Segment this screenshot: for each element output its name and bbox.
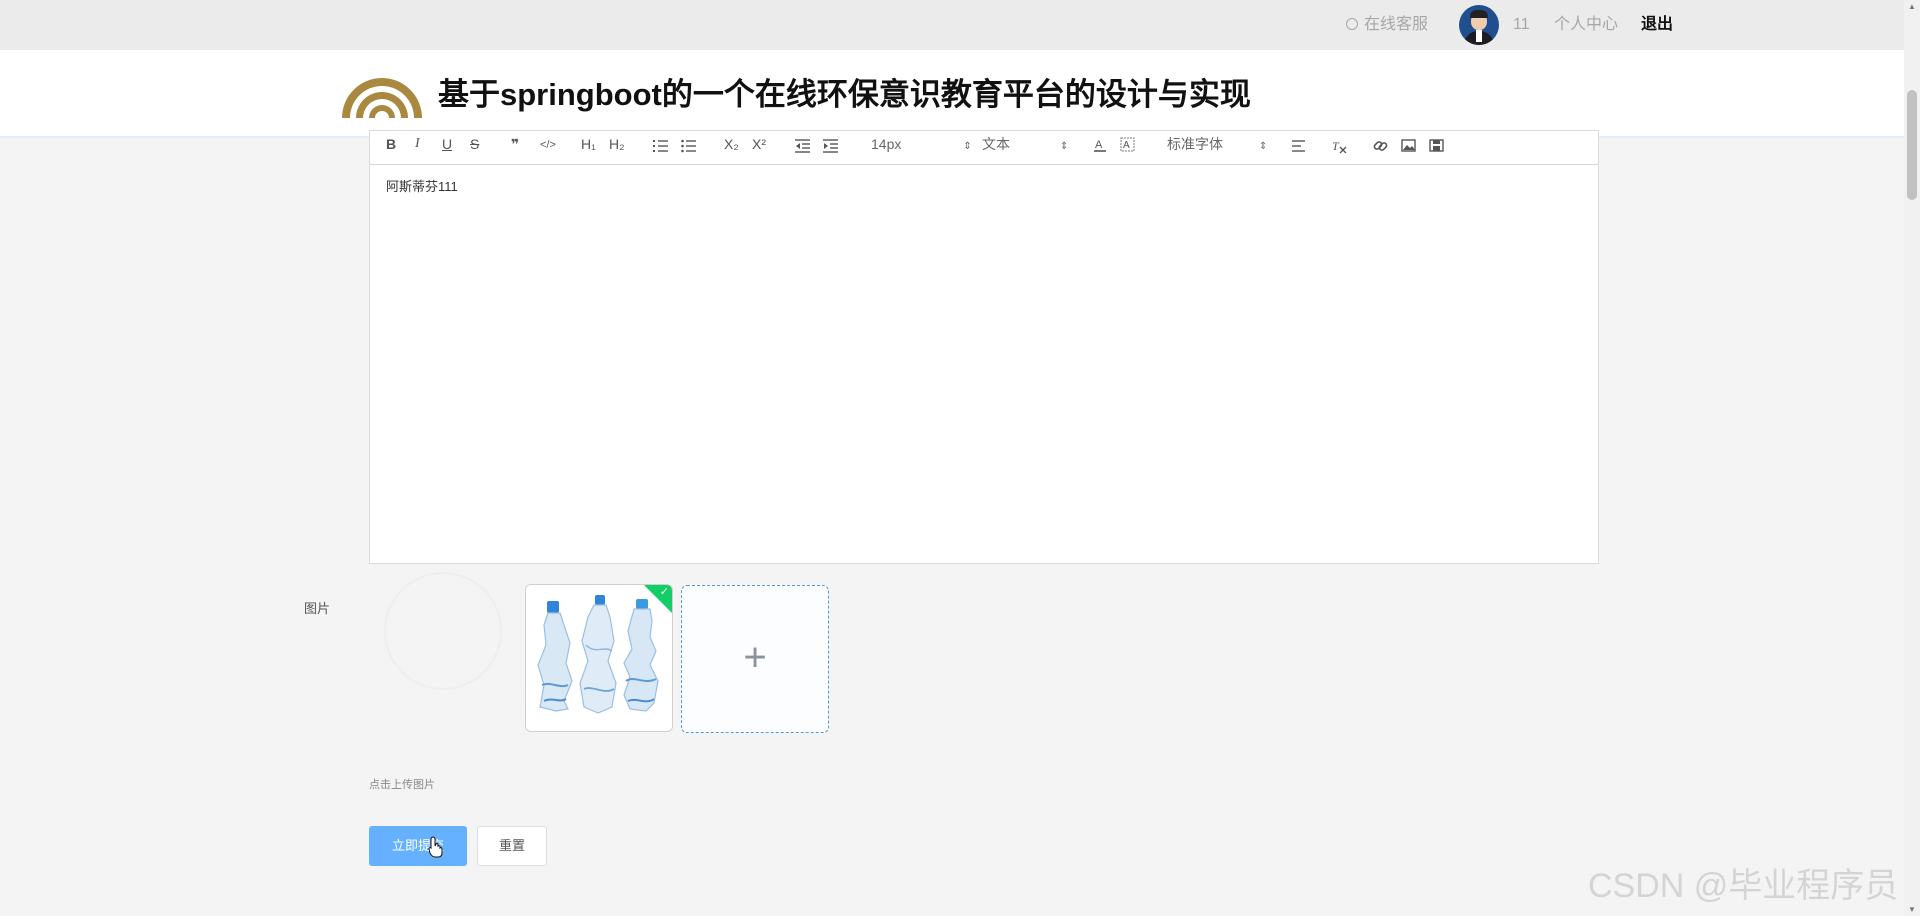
video-icon[interactable] [1429,138,1445,154]
profile-link[interactable]: 个人中心 [1554,14,1618,36]
blockquote-button[interactable]: ❞ [511,135,519,153]
watermark: CSDN @毕业程序员 [1588,867,1899,905]
font-family-value: 标准字体 [1167,136,1223,152]
online-service-link[interactable]: 在线客服 [1346,14,1428,36]
hand-cursor-icon [428,836,443,858]
headset-icon [1346,18,1358,30]
font-size-select[interactable]: 14px ⇕ [871,135,972,156]
font-size-arrow-icon: ⇕ [963,141,972,152]
strike-button[interactable]: S [470,135,479,153]
online-service-label: 在线客服 [1364,16,1429,33]
username: 11 [1513,16,1530,33]
svg-text:T: T [1332,139,1340,153]
svg-text:A: A [1095,139,1103,151]
h1-button[interactable]: H₁ [581,135,596,153]
reset-button[interactable]: 重置 [477,826,547,866]
svg-text:A: A [1123,140,1130,151]
scroll-down-icon[interactable]: ▼ [1908,905,1916,914]
font-family-select[interactable]: 标准字体 ⇕ [1167,135,1267,156]
site-title: 基于springboot的一个在线环保意识教育平台的设计与实现 [438,77,1251,112]
image-field-label: 图片 [304,601,331,616]
align-icon[interactable] [1292,139,1306,153]
editor-toolbar: B I U S ❞ </> H₁ H₂ X₂ X² 14px ⇕ 文本 ⇕ A A … [370,131,1598,165]
italic-button[interactable]: I [415,135,420,153]
outdent-icon[interactable] [795,139,811,153]
uploaded-image-thumbnail[interactable]: ✓ [525,584,673,732]
code-block-button[interactable]: </> [540,136,556,154]
block-type-arrow-icon: ⇕ [1060,141,1069,152]
ordered-list-icon[interactable] [653,139,669,153]
font-size-value: 14px [871,136,902,152]
site-header: 基于springboot的一个在线环保意识教育平台的设计与实现 [0,50,1904,138]
editor-content[interactable]: 阿斯蒂芬111 [386,176,458,195]
indent-icon[interactable] [823,139,839,153]
plus-icon: + [743,635,767,680]
bullet-list-icon[interactable] [681,139,697,153]
bold-button[interactable]: B [386,135,396,153]
underline-button[interactable]: U [442,135,452,153]
font-color-icon[interactable]: A [1093,137,1109,153]
image-upload-button[interactable]: + [681,585,829,733]
avatar[interactable] [1459,5,1499,45]
logout-link[interactable]: 退出 [1641,14,1673,36]
submit-button[interactable]: 立即提交 [369,826,467,866]
font-family-arrow-icon: ⇕ [1259,141,1268,152]
image-icon[interactable] [1401,138,1417,154]
rich-text-editor: B I U S ❞ </> H₁ H₂ X₂ X² 14px ⇕ 文本 ⇕ A A … [369,130,1599,564]
superscript-button[interactable]: X² [752,135,766,153]
clear-format-icon[interactable]: T [1331,138,1347,154]
upload-hint: 点击上传图片 [369,779,435,791]
background-color-icon[interactable]: A [1120,137,1136,153]
block-type-value: 文本 [982,136,1010,152]
link-icon[interactable] [1373,138,1389,154]
h2-button[interactable]: H₂ [609,135,625,153]
scrollbar-thumb[interactable] [1907,90,1917,200]
subscript-button[interactable]: X₂ [724,135,739,153]
top-bar: 在线客服 11 个人中心 退出 [0,0,1920,50]
scroll-up-icon[interactable]: ▲ [1908,2,1916,11]
block-type-select[interactable]: 文本 ⇕ [982,135,1068,156]
page-scrollbar[interactable]: ▲ ▼ [1904,0,1920,916]
logo-icon [342,78,422,118]
check-icon: ✓ [659,586,669,598]
image-preview-circle [384,572,502,690]
